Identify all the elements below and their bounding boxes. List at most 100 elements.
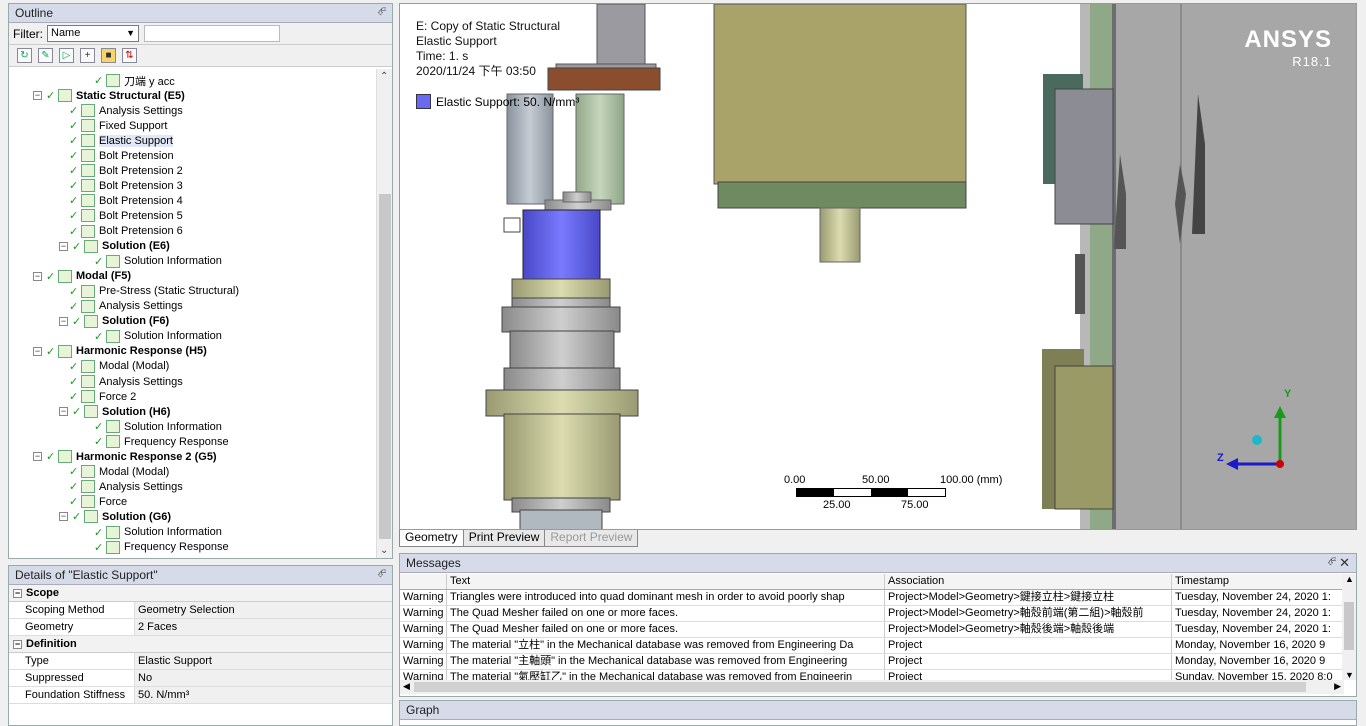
pin-icon[interactable]: ⮶ xyxy=(377,568,386,581)
tab-geometry[interactable]: Geometry xyxy=(399,530,464,547)
tab-report-preview[interactable]: Report Preview xyxy=(544,530,639,547)
tree-item[interactable]: − ✓ Solution (G6) xyxy=(59,509,171,524)
tab-print-preview[interactable]: Print Preview xyxy=(462,530,546,547)
details-group[interactable]: − Scope xyxy=(9,585,392,602)
tree-item[interactable]: ✓ Fixed Support xyxy=(69,118,167,133)
tree-item[interactable]: ✓ Pre-Stress (Static Structural) xyxy=(69,284,239,299)
check-icon: ✓ xyxy=(69,195,79,208)
scrollbar-thumb[interactable] xyxy=(1344,602,1354,650)
pin-icon[interactable]: ⮶ xyxy=(1327,556,1336,569)
tree-item[interactable]: − ✓ Harmonic Response (H5) xyxy=(33,344,207,359)
tree-item-label: Elastic Support xyxy=(99,134,173,147)
messages-hscrollbar[interactable]: ◀ ▶ xyxy=(400,680,1344,694)
details-row[interactable]: Type Elastic Support xyxy=(9,653,392,670)
scroll-down-icon[interactable]: ▼ xyxy=(1345,670,1354,680)
tree-item[interactable]: ✓ Elastic Support xyxy=(69,133,173,148)
tree-item-label: Solution (H6) xyxy=(102,405,171,418)
folder-icon[interactable]: ■ xyxy=(101,48,116,63)
details-value[interactable]: 50. N/mm³ xyxy=(135,687,392,703)
message-row[interactable]: Warning The Quad Mesher failed on one or … xyxy=(400,622,1344,638)
column-header-association[interactable]: Association xyxy=(885,574,1172,589)
refresh-icon[interactable]: ↻ xyxy=(17,48,32,63)
tree-item[interactable]: ✓ 刀端 y acc xyxy=(94,73,175,88)
scroll-right-icon[interactable]: ▶ xyxy=(1334,681,1341,692)
collapse-icon[interactable]: − xyxy=(33,271,42,281)
details-row[interactable]: Geometry 2 Faces xyxy=(9,619,392,636)
details-row[interactable]: Suppressed No xyxy=(9,670,392,687)
pin-icon[interactable]: ⮶ xyxy=(377,6,386,19)
tree-item[interactable]: ✓ Force xyxy=(69,494,127,509)
message-row[interactable]: Warning The material "立柱" in the Mechanic… xyxy=(400,638,1344,654)
message-row[interactable]: Warning The material "主軸頭" in the Mechani… xyxy=(400,654,1344,670)
node-type-icon xyxy=(81,299,95,313)
tree-item[interactable]: ✓ Analysis Settings xyxy=(69,103,183,118)
tree-item[interactable]: − ✓ Solution (H6) xyxy=(59,404,170,419)
scroll-up-icon[interactable]: ⌃ xyxy=(380,71,388,82)
tree-item[interactable]: − ✓ Harmonic Response 2 (G5) xyxy=(33,449,217,464)
collapse-icon[interactable]: − xyxy=(59,407,68,417)
close-icon[interactable]: ✕ xyxy=(1339,555,1350,571)
details-row[interactable]: Scoping Method Geometry Selection xyxy=(9,602,392,619)
message-row[interactable]: Warning The Quad Mesher failed on one or … xyxy=(400,606,1344,622)
tree-item[interactable]: ✓ Frequency Response xyxy=(94,434,229,449)
tree-item[interactable]: ✓ Analysis Settings xyxy=(69,374,183,389)
details-value[interactable]: Geometry Selection xyxy=(135,602,392,618)
collapse-icon[interactable]: − xyxy=(33,91,42,101)
scroll-down-icon[interactable]: ⌄ xyxy=(380,545,388,556)
tree-scrollbar[interactable]: ⌃ ⌄ xyxy=(376,69,392,558)
column-header-timestamp[interactable]: Timestamp xyxy=(1172,574,1344,589)
tree-item[interactable]: ✓ Modal (Modal) xyxy=(69,464,169,479)
tree-item[interactable]: ✓ Bolt Pretension 5 xyxy=(69,208,183,223)
collapse-icon[interactable]: − xyxy=(33,452,42,462)
tree-item[interactable]: ✓ Solution Information xyxy=(94,329,222,344)
details-value[interactable]: Elastic Support xyxy=(135,653,392,669)
collapse-icon[interactable]: − xyxy=(13,639,22,649)
messages-vscrollbar[interactable]: ▲ ▼ xyxy=(1342,574,1356,680)
tree-item[interactable]: ✓ Bolt Pretension 6 xyxy=(69,224,183,239)
details-group[interactable]: − Definition xyxy=(9,636,392,653)
scroll-up-icon[interactable]: ▲ xyxy=(1345,574,1354,584)
tree-item[interactable]: ✓ Solution Information xyxy=(94,254,222,269)
model-geometry[interactable] xyxy=(400,4,1357,530)
tree-item[interactable]: ✓ Bolt Pretension 3 xyxy=(69,178,183,193)
tree-item[interactable]: − ✓ Solution (E6) xyxy=(59,239,170,254)
edit-icon[interactable]: ✎ xyxy=(38,48,53,63)
expand-all-icon[interactable]: + xyxy=(80,48,95,63)
tree-item[interactable]: − ✓ Solution (F6) xyxy=(59,314,169,329)
column-header-type[interactable] xyxy=(400,574,447,589)
tree-item[interactable]: − ✓ Modal (F5) xyxy=(33,269,131,284)
tree-item[interactable]: ✓ Modal (Modal) xyxy=(69,359,169,374)
scrollbar-thumb[interactable] xyxy=(379,194,391,539)
node-type-icon xyxy=(81,359,95,373)
filter-select[interactable]: Name ▼ xyxy=(47,25,139,42)
tree-item[interactable]: ✓ Analysis Settings xyxy=(69,299,183,314)
check-icon: ✓ xyxy=(46,345,56,358)
message-timestamp: Monday, November 16, 2020 9 xyxy=(1172,654,1344,669)
tree-item[interactable]: ✓ Analysis Settings xyxy=(69,479,183,494)
scrollbar-thumb[interactable] xyxy=(414,682,1306,692)
tree-item[interactable]: ✓ Bolt Pretension 4 xyxy=(69,193,183,208)
scroll-left-icon[interactable]: ◀ xyxy=(403,681,410,692)
graphics-viewport[interactable]: E: Copy of Static Structural Elastic Supp… xyxy=(399,3,1357,530)
tree-item[interactable]: ✓ Frequency Response xyxy=(94,540,229,555)
tree-item[interactable]: ✓ Bolt Pretension xyxy=(69,148,174,163)
collapse-icon[interactable]: − xyxy=(59,316,68,326)
message-association: Project>Model>Geometry>軸殼後端>軸殼後端 xyxy=(885,622,1172,637)
details-value[interactable]: 2 Faces xyxy=(135,619,392,635)
tree-item[interactable]: − ✓ Static Structural (E5) xyxy=(33,88,185,103)
filter-input[interactable] xyxy=(144,25,280,42)
collapse-icon[interactable]: − xyxy=(33,346,42,356)
tree-icon[interactable]: ▷ xyxy=(59,48,74,63)
tree-item[interactable]: ✓ Solution Information xyxy=(94,525,222,540)
tree-item[interactable]: ✓ Solution Information xyxy=(94,419,222,434)
details-row[interactable]: Foundation Stiffness 50. N/mm³ xyxy=(9,687,392,704)
column-header-text[interactable]: Text xyxy=(447,574,885,589)
collapse-icon[interactable]: − xyxy=(59,512,68,522)
collapse-icon[interactable]: − xyxy=(13,588,22,598)
tree-item[interactable]: ✓ Force 2 xyxy=(69,389,136,404)
tree-item[interactable]: ✓ Bolt Pretension 2 xyxy=(69,163,183,178)
message-row[interactable]: Warning Triangles were introduced into qu… xyxy=(400,590,1344,606)
collapse-icon[interactable]: − xyxy=(59,241,68,251)
details-value[interactable]: No xyxy=(135,670,392,686)
sort-icon[interactable]: ⇅ xyxy=(122,48,137,63)
